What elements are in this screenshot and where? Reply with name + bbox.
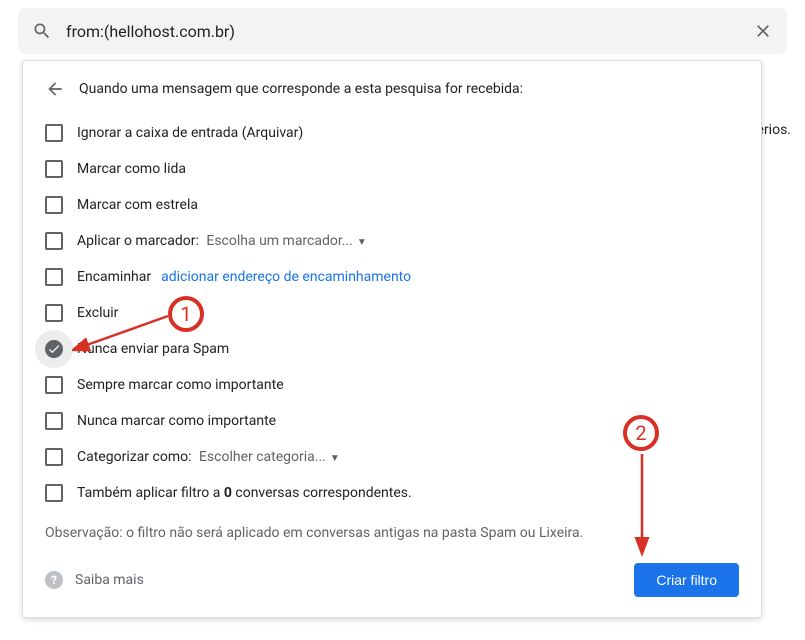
- label-mark-read: Marcar como lida: [77, 161, 186, 177]
- label-always-important: Sempre marcar como importante: [77, 377, 284, 393]
- checkbox-never-spam[interactable]: [45, 340, 63, 358]
- checkbox-apply-label[interactable]: [45, 232, 63, 250]
- note-text: Observação: o filtro não será aplicado e…: [45, 525, 739, 541]
- chevron-down-icon: ▼: [330, 453, 340, 464]
- search-query[interactable]: from:(hellohost.com.br): [66, 22, 753, 41]
- checkbox-mark-read[interactable]: [45, 160, 63, 178]
- option-archive[interactable]: Ignorar a caixa de entrada (Arquivar): [45, 115, 739, 151]
- option-forward[interactable]: Encaminhar adicionar endereço de encamin…: [45, 259, 739, 295]
- option-delete[interactable]: Excluir: [45, 295, 739, 331]
- create-filter-button[interactable]: Criar filtro: [634, 563, 739, 597]
- label-archive: Ignorar a caixa de entrada (Arquivar): [77, 125, 303, 141]
- search-bar[interactable]: from:(hellohost.com.br): [18, 8, 787, 54]
- label-forward: Encaminhar: [77, 269, 151, 285]
- label-never-spam: Nunca enviar para Spam: [77, 341, 229, 357]
- checkbox-star[interactable]: [45, 196, 63, 214]
- learn-more-label: Saiba mais: [75, 572, 144, 588]
- label-apply-existing: Também aplicar filtro a 0 conversas corr…: [77, 485, 412, 501]
- option-apply-existing[interactable]: Também aplicar filtro a 0 conversas corr…: [45, 475, 739, 511]
- checkbox-always-important[interactable]: [45, 376, 63, 394]
- label-star: Marcar com estrela: [77, 197, 198, 213]
- apply-label-select[interactable]: Escolha um marcador...▼: [206, 233, 366, 249]
- option-never-spam[interactable]: Nunca enviar para Spam: [45, 331, 739, 367]
- help-icon: ?: [45, 571, 63, 589]
- close-icon[interactable]: [753, 21, 773, 41]
- back-icon[interactable]: [45, 79, 65, 99]
- panel-footer: ? Saiba mais Criar filtro: [45, 563, 739, 597]
- chevron-down-icon: ▼: [357, 237, 367, 248]
- checkbox-archive[interactable]: [45, 124, 63, 142]
- search-icon: [32, 21, 52, 41]
- label-apply-label: Aplicar o marcador: Escolha um marcador.…: [77, 233, 367, 249]
- checkbox-apply-existing[interactable]: [45, 484, 63, 502]
- checkbox-categorize[interactable]: [45, 448, 63, 466]
- label-delete: Excluir: [77, 305, 118, 321]
- checkbox-forward[interactable]: [45, 268, 63, 286]
- categorize-select[interactable]: Escolher categoria...▼: [199, 449, 340, 465]
- annotation-1: 1: [168, 296, 204, 332]
- checkbox-never-important[interactable]: [45, 412, 63, 430]
- label-categorize: Categorizar como: Escolher categoria...▼: [77, 449, 340, 465]
- filter-panel: Quando uma mensagem que corresponde a es…: [22, 60, 762, 618]
- option-mark-read[interactable]: Marcar como lida: [45, 151, 739, 187]
- checkbox-delete[interactable]: [45, 304, 63, 322]
- option-always-important[interactable]: Sempre marcar como importante: [45, 367, 739, 403]
- panel-header: Quando uma mensagem que corresponde a es…: [45, 79, 739, 99]
- panel-title: Quando uma mensagem que corresponde a es…: [79, 81, 523, 97]
- forward-address-link[interactable]: adicionar endereço de encaminhamento: [161, 269, 411, 285]
- option-apply-label[interactable]: Aplicar o marcador: Escolha um marcador.…: [45, 223, 739, 259]
- annotation-2: 2: [623, 415, 659, 451]
- learn-more-link[interactable]: ? Saiba mais: [45, 571, 144, 589]
- option-star[interactable]: Marcar com estrela: [45, 187, 739, 223]
- label-never-important: Nunca marcar como importante: [77, 413, 276, 429]
